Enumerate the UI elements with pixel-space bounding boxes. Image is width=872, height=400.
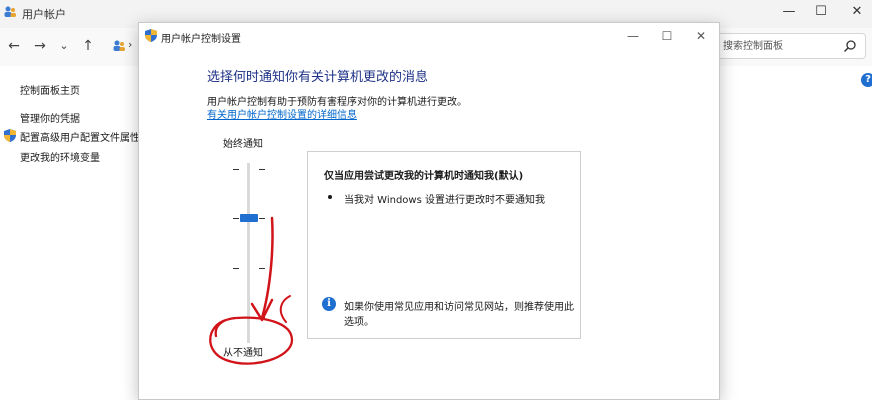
dialog-minimize-button[interactable]: — [619, 26, 647, 46]
users-icon [113, 40, 125, 51]
dialog-titlebar: 用户帐户控制设置 — ☐ ✕ [139, 23, 719, 49]
maximize-button[interactable]: ☐ [806, 2, 836, 22]
slider-top-label: 始终通知 [223, 139, 263, 150]
slider-tick [259, 268, 265, 269]
slider-tick [233, 169, 239, 170]
slider-tick [233, 218, 239, 219]
slider-tick [259, 317, 265, 318]
slider-tick [259, 218, 265, 219]
users-icon [4, 6, 16, 17]
help-icon[interactable]: ? [861, 73, 872, 87]
setting-title: 仅当应用尝试更改我的计算机时通知我(默认) [324, 171, 524, 182]
notification-slider-thumb[interactable] [240, 214, 258, 222]
search-box[interactable] [716, 33, 866, 59]
uac-settings-dialog: 用户帐户控制设置 — ☐ ✕ 选择何时通知你有关计算机更改的消息 用户帐户控制有… [138, 22, 720, 400]
forward-button[interactable]: → [30, 36, 50, 56]
uac-details-link[interactable]: 有关用户帐户控制设置的详细信息 [207, 106, 357, 121]
up-button[interactable]: ↑ [78, 36, 98, 56]
sidebar-item-env-vars[interactable]: 更改我的环境变量 [20, 149, 100, 164]
search-icon[interactable] [843, 39, 857, 53]
shield-icon [145, 29, 157, 42]
dialog-heading: 选择何时通知你有关计算机更改的消息 [207, 70, 429, 85]
dialog-close-button[interactable]: ✕ [687, 26, 715, 46]
back-button[interactable]: ← [4, 36, 24, 56]
bullet-dot [328, 195, 332, 199]
slider-tick [259, 169, 265, 170]
sidebar-item-home[interactable]: 控制面板主页 [20, 82, 80, 97]
setting-tip-line-1: 如果你使用常见应用和访问常见网站，则推荐使用此 [344, 302, 574, 313]
recent-locations-button[interactable]: ⌄ [54, 36, 74, 56]
setting-bullet: 当我对 Windows 设置进行更改时不要通知我 [344, 195, 545, 206]
setting-description-panel: 仅当应用尝试更改我的计算机时通知我(默认) 当我对 Windows 设置进行更改… [307, 151, 581, 339]
sidebar-item-credentials[interactable]: 管理你的凭据 [20, 110, 80, 125]
slider-tick [233, 317, 239, 318]
setting-tip-line-2: 选项。 [344, 317, 374, 328]
dialog-title: 用户帐户控制设置 [161, 34, 241, 45]
breadcrumb-chevron[interactable]: › [128, 38, 132, 51]
dialog-maximize-button[interactable]: ☐ [653, 26, 681, 46]
info-icon: i [322, 297, 336, 311]
window-title: 用户帐户 [22, 8, 66, 21]
close-button[interactable]: ✕ [842, 2, 872, 22]
notification-slider-track[interactable] [247, 163, 250, 343]
minimize-button[interactable]: — [774, 2, 804, 22]
search-input[interactable] [723, 35, 841, 58]
slider-tick [233, 268, 239, 269]
slider-bottom-label: 从不通知 [223, 348, 263, 359]
sidebar-item-advanced-profile[interactable]: 配置高级用户配置文件属性 [20, 129, 140, 144]
shield-icon [4, 129, 16, 142]
